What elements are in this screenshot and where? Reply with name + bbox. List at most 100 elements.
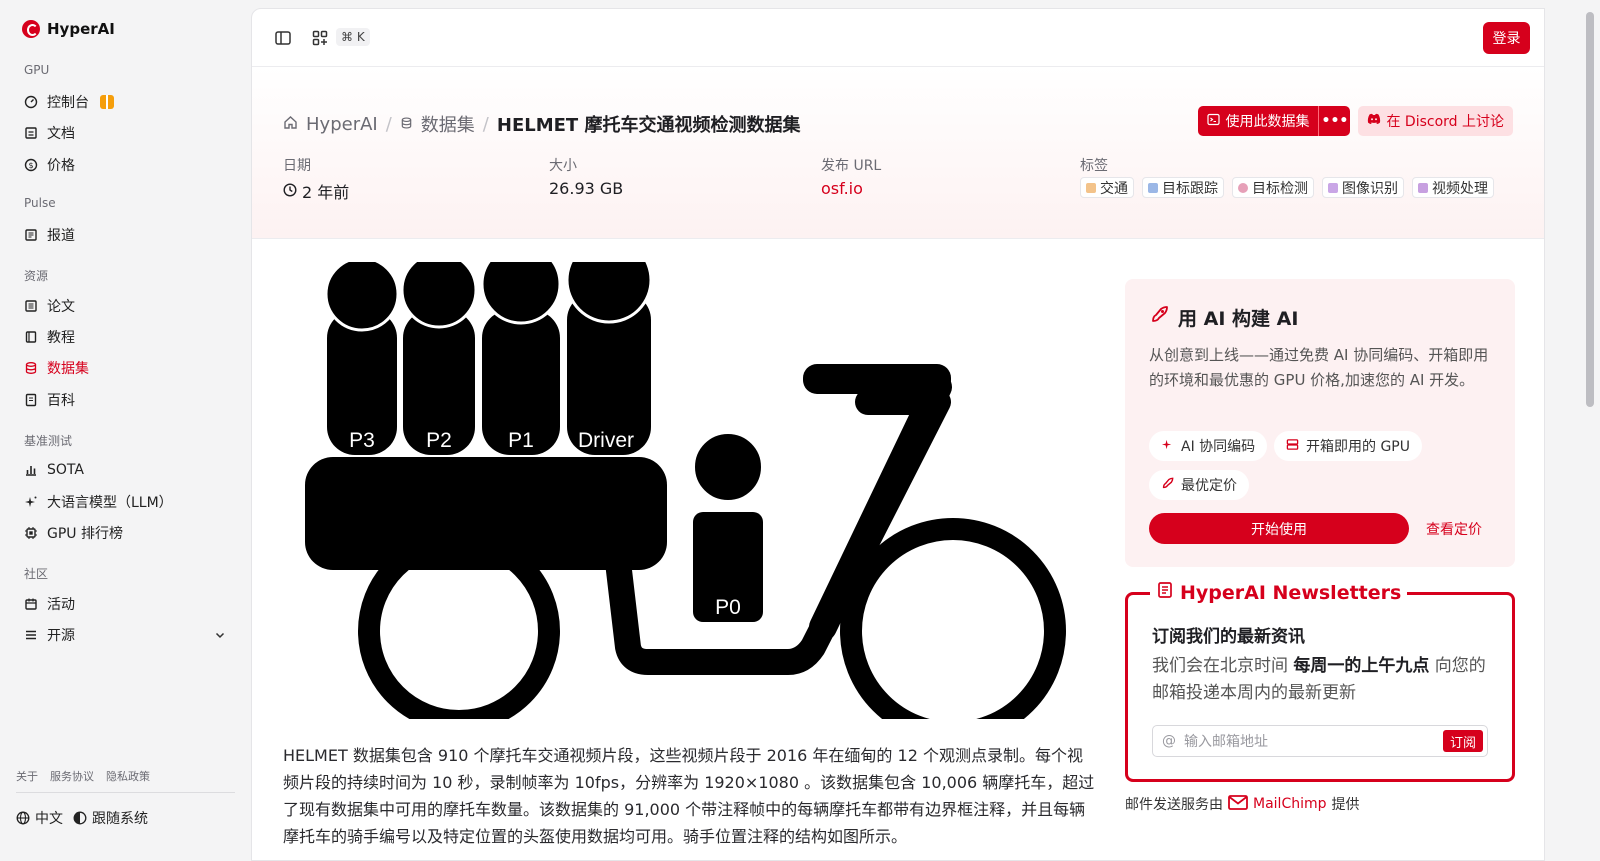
use-dataset-button[interactable]: 使用此数据集 <box>1198 106 1319 136</box>
date-label: 日期 <box>283 158 311 174</box>
brand[interactable]: HyperAI <box>22 20 115 38</box>
search-shortcut[interactable]: ⌘ K <box>336 28 370 46</box>
get-started-button[interactable]: 开始使用 <box>1149 513 1409 544</box>
rocket-icon <box>1161 477 1174 494</box>
sidebar-item-label: 论文 <box>47 299 75 315</box>
sidebar-item-docs[interactable]: 文档 <box>16 119 236 147</box>
about-link[interactable]: 关于 <box>16 768 38 784</box>
breadcrumb-home[interactable]: HyperAI <box>306 114 378 135</box>
privacy-link[interactable]: 隐私政策 <box>106 768 150 784</box>
view-pricing-link[interactable]: 查看定价 <box>1426 519 1482 539</box>
rocket-icon <box>1149 305 1169 330</box>
rider-driver <box>565 262 653 455</box>
globe-icon <box>16 811 30 825</box>
ai-promo-card: 用 AI 构建 AI 从创意到上线——通过免费 AI 协同编码、开箱即用的环境和… <box>1125 279 1515 567</box>
theme-switch[interactable]: 跟随系统 <box>73 808 148 828</box>
figure-label: P2 <box>426 429 452 452</box>
dataset-header: HyperAI / 数据集 / HELMET 摩托车交通视频检测数据集 使用此数… <box>252 67 1544 239</box>
sidebar-item-opensource[interactable]: 开源 <box>16 621 236 649</box>
rider-position-figure: P3 P2 P1 Driver P0 <box>283 262 1094 719</box>
search-icon <box>1238 182 1248 193</box>
sidebar-item-tutorials[interactable]: 教程 <box>16 323 236 351</box>
brand-name: HyperAI <box>47 20 115 38</box>
email-placeholder: 输入邮箱地址 <box>1184 734 1268 750</box>
database-icon <box>400 114 413 135</box>
section-title-resources: 资源 <box>24 269 49 283</box>
sidebar-item-label: 百科 <box>47 393 75 409</box>
url-link[interactable]: osf.io <box>821 179 863 198</box>
ai-card-text: 从创意到上线——通过免费 AI 协同编码、开箱即用的环境和最优惠的 GPU 价格… <box>1149 346 1489 389</box>
figure-label: Driver <box>578 429 634 452</box>
calendar-icon <box>24 597 38 611</box>
sidebar-item-datasets[interactable]: 数据集 <box>16 354 236 382</box>
tag-image-recognition[interactable]: 图像识别 <box>1322 177 1404 198</box>
login-button[interactable]: 登录 <box>1483 22 1530 54</box>
mailchimp-link[interactable]: MailChimp <box>1253 796 1327 812</box>
more-options-button[interactable]: ••• <box>1318 106 1351 136</box>
cpu-icon <box>24 526 38 540</box>
apps-icon[interactable] <box>311 29 329 47</box>
sidebar-item-llm[interactable]: 大语言模型（LLM） <box>16 488 236 516</box>
footer-links: 关于 服务协议 隐私政策 <box>16 768 150 784</box>
dataset-description: HELMET 数据集包含 910 个摩托车交通视频片段，这些视频片段于 2016… <box>283 746 1095 846</box>
tag-label: 交通 <box>1100 180 1128 197</box>
sidebar-item-console[interactable]: 控制台 <box>16 88 236 116</box>
date-text: 2 年前 <box>302 183 350 202</box>
tag-video-processing[interactable]: 视频处理 <box>1412 177 1494 198</box>
tag-traffic[interactable]: 交通 <box>1080 177 1134 198</box>
list-icon <box>24 628 38 642</box>
newsletter-text: 我们会在北京时间 每周一的上午九点 向您的邮箱投递本周内的最新更新 <box>1152 653 1497 707</box>
tag-label: 目标检测 <box>1252 180 1308 197</box>
sidebar-toggle-icon[interactable] <box>274 29 292 47</box>
size-value: 26.93 GB <box>549 179 624 198</box>
sidebar-item-papers[interactable]: 论文 <box>16 292 236 320</box>
rider-p2 <box>400 262 478 455</box>
sidebar-item-gpu-leaderboard[interactable]: GPU 排行榜 <box>16 519 236 547</box>
pill-label: 最优定价 <box>1181 478 1237 494</box>
sidebar-item-news[interactable]: 报道 <box>16 221 236 249</box>
sidebar-item-label: 活动 <box>47 597 75 613</box>
scrollbar[interactable] <box>1578 0 1600 861</box>
dollar-icon: $ <box>24 158 38 172</box>
rider-p3 <box>324 262 400 455</box>
tag-object-tracking[interactable]: 目标跟踪 <box>1142 177 1224 198</box>
section-title-gpu: GPU <box>24 63 50 77</box>
theme-icon <box>73 811 87 825</box>
sidebar-item-pricing[interactable]: $ 价格 <box>16 151 236 179</box>
sidebar-item-label: 教程 <box>47 330 75 346</box>
tag-object-detection[interactable]: 目标检测 <box>1232 177 1314 198</box>
sidebar-item-label: 开源 <box>47 628 75 644</box>
discord-button[interactable]: 在 Discord 上讨论 <box>1358 106 1513 136</box>
section-title-pulse: Pulse <box>24 196 56 210</box>
tag-label: 视频处理 <box>1432 180 1488 197</box>
theme-label: 跟随系统 <box>92 811 148 827</box>
figure-label: P3 <box>349 429 375 452</box>
sidebar-item-wiki[interactable]: 百科 <box>16 386 236 414</box>
topbar: ⌘ K 登录 <box>252 9 1544 67</box>
terminal-icon <box>1207 113 1221 130</box>
home-icon <box>283 114 298 135</box>
figure-label: P1 <box>508 429 534 452</box>
dashboard-icon <box>24 95 38 109</box>
discord-label: 在 Discord 上讨论 <box>1386 114 1504 130</box>
breadcrumb: HyperAI / 数据集 / HELMET 摩托车交通视频检测数据集 <box>283 111 800 137</box>
subscribe-button[interactable]: 订阅 <box>1442 730 1483 752</box>
sidebar-item-events[interactable]: 活动 <box>16 590 236 618</box>
breadcrumb-section[interactable]: 数据集 <box>421 111 475 137</box>
sidebar-item-label: 控制台 <box>47 95 89 111</box>
sidebar-item-sota[interactable]: SOTA <box>16 456 236 484</box>
language-switch[interactable]: 中文 <box>16 808 63 828</box>
tags-label: 标签 <box>1080 158 1108 174</box>
feature-pill-pricing: 最优定价 <box>1149 470 1249 500</box>
tutorial-icon <box>24 330 38 344</box>
scrollbar-thumb[interactable] <box>1586 12 1594 407</box>
provider-post: 提供 <box>1331 797 1360 813</box>
newspaper-icon <box>1156 581 1174 604</box>
terms-link[interactable]: 服务协议 <box>50 768 94 784</box>
use-dataset-label: 使用此数据集 <box>1225 114 1310 130</box>
database-icon <box>24 361 38 375</box>
date-value: 2 年前 <box>283 179 349 203</box>
newsletter-text-pre: 我们会在北京时间 <box>1152 656 1294 676</box>
email-field[interactable]: @ 输入邮箱地址 订阅 <box>1152 725 1488 757</box>
chevron-down-icon[interactable] <box>214 629 226 645</box>
